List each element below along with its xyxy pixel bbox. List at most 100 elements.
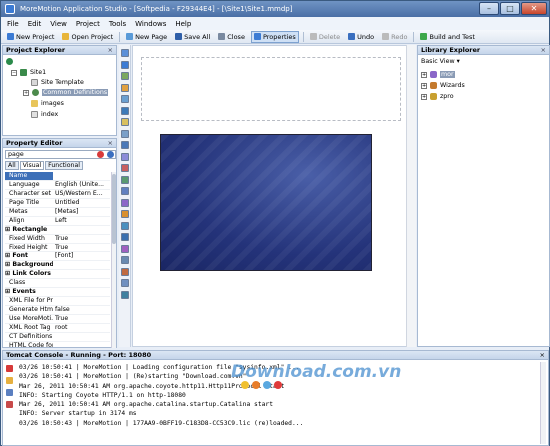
component-tool-icon[interactable]: [121, 233, 129, 241]
new-page-button[interactable]: New Page: [124, 31, 169, 43]
open-project-button[interactable]: Open Project: [60, 31, 115, 43]
header-placeholder-box[interactable]: [141, 57, 401, 121]
new-page-icon: [126, 33, 134, 40]
property-row[interactable]: ⊞ Events: [5, 288, 110, 298]
property-row[interactable]: Fixed Width True: [5, 235, 110, 244]
library-item-wizards[interactable]: + Wizards: [421, 82, 465, 89]
stop-icon[interactable]: [6, 365, 13, 372]
tree-node-index[interactable]: index: [31, 111, 58, 118]
clear-search-icon[interactable]: [97, 151, 104, 158]
console-scrollbar[interactable]: [540, 362, 546, 444]
menu-help[interactable]: Help: [175, 20, 191, 28]
close-panel-icon[interactable]: ×: [108, 46, 113, 54]
property-row[interactable]: Character set US/Western E...: [5, 190, 110, 199]
property-row[interactable]: Language English (Unite...: [5, 181, 110, 190]
component-tool-icon[interactable]: [121, 256, 129, 264]
toolbar-separator: [302, 31, 304, 42]
close-panel-icon[interactable]: ×: [108, 139, 113, 147]
property-row[interactable]: ⊞ Link Colors: [5, 270, 110, 280]
delete-button[interactable]: Delete: [308, 31, 342, 43]
new-project-button[interactable]: New Project: [5, 31, 56, 43]
component-tool-icon[interactable]: [121, 221, 129, 230]
maximize-button[interactable]: □: [500, 2, 520, 15]
library-view-select[interactable]: Basic View ▾: [421, 58, 460, 65]
property-row[interactable]: Use MoreMoti... True: [5, 315, 110, 324]
menu-file[interactable]: File: [7, 20, 19, 28]
component-tool-icon[interactable]: [121, 290, 129, 299]
component-tool-icon[interactable]: [121, 83, 129, 92]
component-tool-icon[interactable]: [121, 187, 129, 195]
property-row[interactable]: ⊞ Background: [5, 261, 110, 271]
component-tool-icon[interactable]: [121, 118, 129, 126]
component-tool-icon[interactable]: [121, 106, 129, 115]
expand-icon[interactable]: +: [23, 89, 29, 96]
component-tool-icon[interactable]: [121, 279, 129, 287]
collapse-icon[interactable]: −: [11, 69, 17, 76]
tree-node-common-definitions[interactable]: + Common Definitions: [23, 89, 109, 96]
property-row[interactable]: CT Definitions: [5, 333, 110, 342]
property-row[interactable]: Align Left: [5, 217, 110, 226]
close-button[interactable]: Close: [216, 31, 247, 43]
minimize-button[interactable]: –: [479, 2, 499, 15]
property-row[interactable]: Generate Html false: [5, 306, 110, 315]
scroll-thumb[interactable]: [112, 174, 116, 244]
property-row[interactable]: XML File for Pr...: [5, 297, 110, 307]
property-row[interactable]: ⊞ Font [Font]: [5, 252, 110, 262]
component-tool-icon[interactable]: [121, 267, 129, 276]
expand-icon[interactable]: +: [421, 93, 427, 100]
property-row[interactable]: Page Title Untitled: [5, 199, 110, 208]
redo-button[interactable]: Redo: [380, 31, 409, 43]
property-row[interactable]: Metas [Metas]: [5, 208, 110, 217]
close-panel-icon[interactable]: ×: [541, 46, 546, 54]
tab-visual[interactable]: Visual: [19, 161, 45, 170]
close-panel-icon[interactable]: ×: [540, 351, 545, 360]
search-icon[interactable]: [107, 151, 114, 158]
menu-project[interactable]: Project: [76, 20, 100, 28]
component-tool-icon[interactable]: [121, 49, 129, 57]
tab-all[interactable]: All: [5, 161, 19, 170]
property-row[interactable]: XML Root Tag ...root: [5, 324, 110, 333]
menu-windows[interactable]: Windows: [135, 20, 166, 28]
component-tool-icon[interactable]: [121, 152, 129, 161]
component-tool-icon[interactable]: [121, 72, 129, 80]
expand-icon[interactable]: +: [421, 71, 427, 78]
library-item-zpro[interactable]: + zpro: [421, 93, 454, 100]
build-and-test-button[interactable]: Build and Test: [418, 31, 476, 43]
library-item-mor[interactable]: + mor: [421, 71, 455, 78]
property-search-input[interactable]: page: [5, 150, 116, 159]
canvas-scrollbar[interactable]: [406, 45, 416, 347]
component-tool-icon[interactable]: [121, 95, 129, 103]
undo-button[interactable]: Undo: [346, 31, 376, 43]
expand-icon[interactable]: +: [421, 82, 427, 89]
component-tool-icon[interactable]: [121, 175, 129, 184]
component-tool-icon[interactable]: [121, 129, 129, 138]
property-scrollbar[interactable]: [111, 172, 116, 348]
clear-icon[interactable]: [6, 377, 13, 384]
page-icon: [31, 111, 38, 118]
properties-icon: [253, 33, 261, 40]
property-row[interactable]: ⊞ Rectangle: [5, 226, 110, 235]
close-window-button[interactable]: ✕: [521, 2, 547, 15]
tree-node-images[interactable]: images: [31, 100, 64, 107]
pause-icon[interactable]: [6, 401, 13, 408]
component-tool-icon[interactable]: [121, 244, 129, 253]
restart-icon[interactable]: [6, 389, 13, 396]
component-tool-icon[interactable]: [121, 60, 129, 69]
property-row[interactable]: Class: [5, 279, 110, 289]
component-tool-icon[interactable]: [121, 164, 129, 172]
tree-node-site-template[interactable]: Site Template: [31, 79, 84, 86]
tree-node-root[interactable]: [6, 58, 13, 65]
menu-tools[interactable]: Tools: [109, 20, 126, 28]
save-all-button[interactable]: Save All: [173, 31, 212, 43]
component-tool-icon[interactable]: [121, 198, 129, 207]
property-row[interactable]: Fixed Height True: [5, 244, 110, 253]
tab-functional[interactable]: Functional: [45, 161, 83, 170]
background-image-box[interactable]: [160, 134, 372, 271]
component-tool-icon[interactable]: [121, 210, 129, 218]
menu-view[interactable]: View: [50, 20, 67, 28]
property-row[interactable]: Name: [5, 172, 110, 181]
menu-edit[interactable]: Edit: [28, 20, 42, 28]
tree-node-site1[interactable]: − Site1: [11, 69, 46, 76]
component-tool-icon[interactable]: [121, 141, 129, 149]
properties-button[interactable]: Properties: [250, 30, 299, 43]
